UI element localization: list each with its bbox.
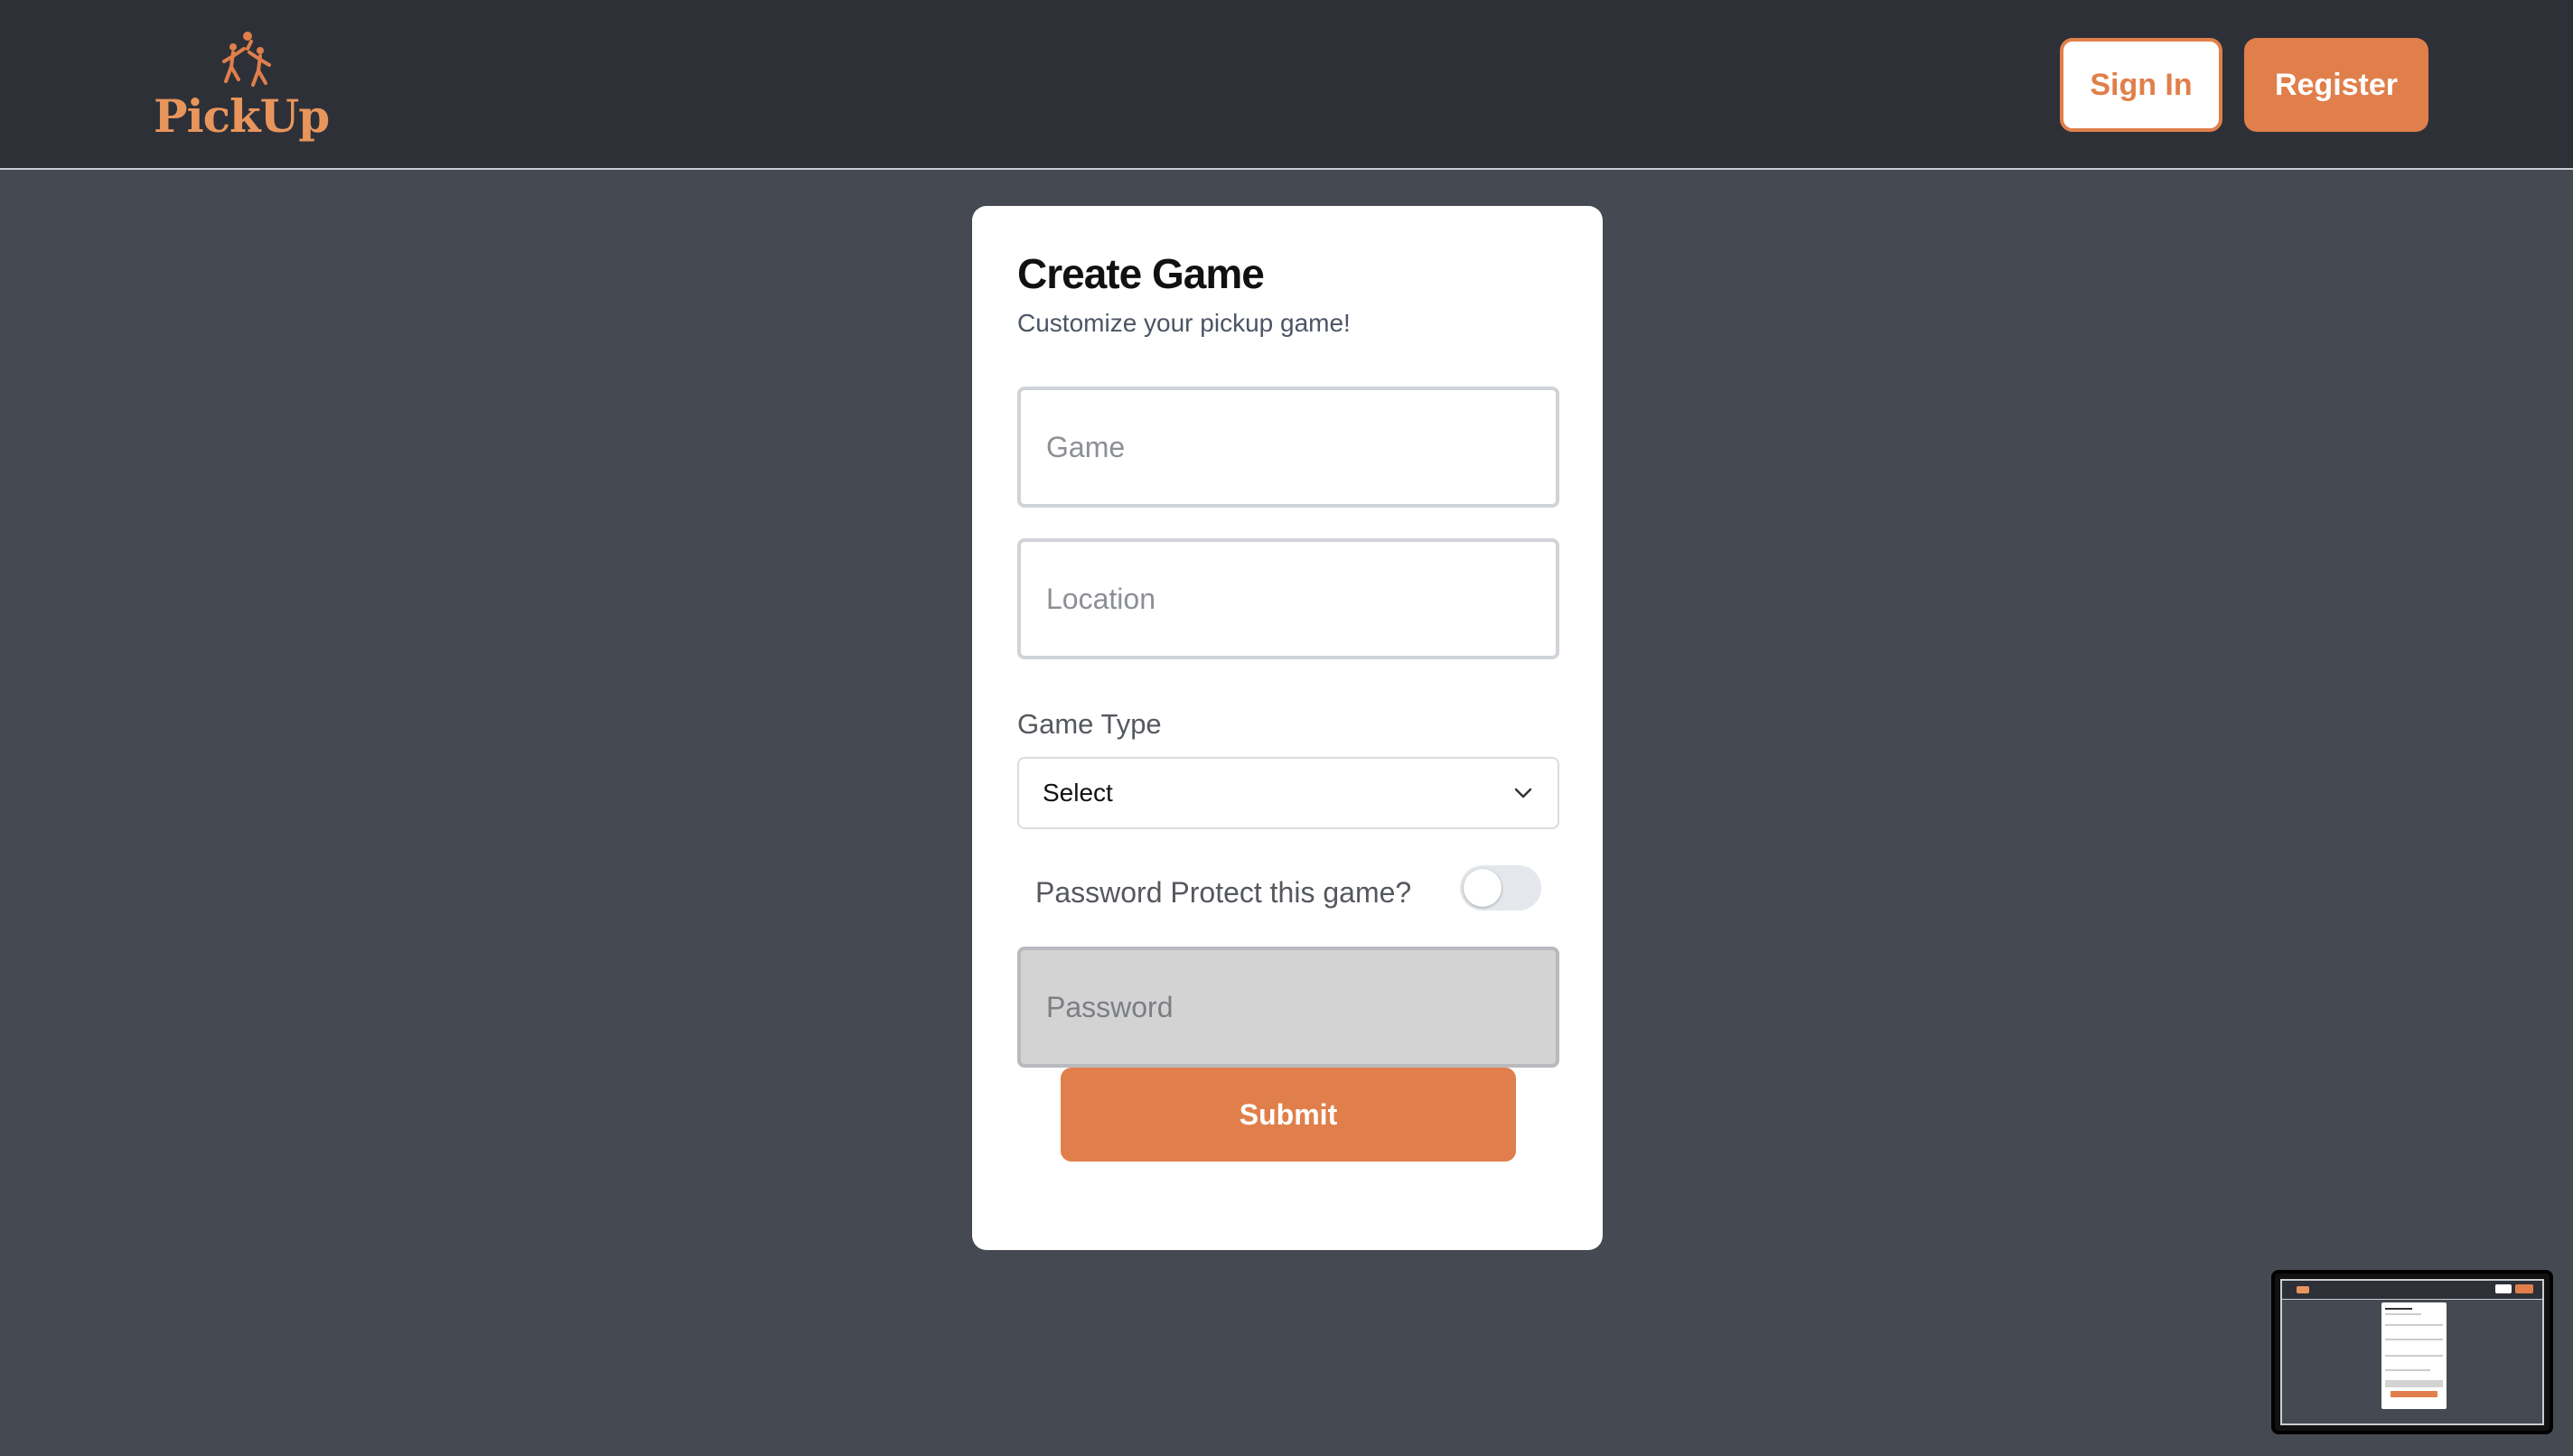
top-navbar: PickUp Sign In Register <box>0 0 2573 170</box>
game-input[interactable] <box>1017 387 1559 508</box>
page-title: Create Game <box>1017 250 1265 297</box>
toggle-knob <box>1464 869 1502 907</box>
game-type-select[interactable]: Select <box>1017 757 1559 829</box>
password-protect-toggle[interactable] <box>1460 865 1541 910</box>
game-type-selected-value: Select <box>1043 779 1113 807</box>
logo-text: PickUp <box>154 89 330 143</box>
game-type-label: Game Type <box>1017 708 1162 740</box>
sign-in-button[interactable]: Sign In <box>2060 38 2222 132</box>
pickup-logo[interactable]: PickUp <box>154 29 330 139</box>
register-button[interactable]: Register <box>2244 38 2428 132</box>
password-input[interactable] <box>1017 947 1559 1068</box>
password-protect-label: Password Protect this game? <box>1035 876 1412 909</box>
screenshot-thumbnail-preview[interactable] <box>2271 1270 2553 1434</box>
create-game-card: Create Game Customize your pickup game! … <box>972 206 1603 1250</box>
basketball-players-icon <box>222 32 271 87</box>
page-subtitle: Customize your pickup game! <box>1017 309 1351 337</box>
submit-button[interactable]: Submit <box>1061 1068 1516 1162</box>
location-input[interactable] <box>1017 538 1559 659</box>
chevron-down-icon <box>1512 782 1534 804</box>
